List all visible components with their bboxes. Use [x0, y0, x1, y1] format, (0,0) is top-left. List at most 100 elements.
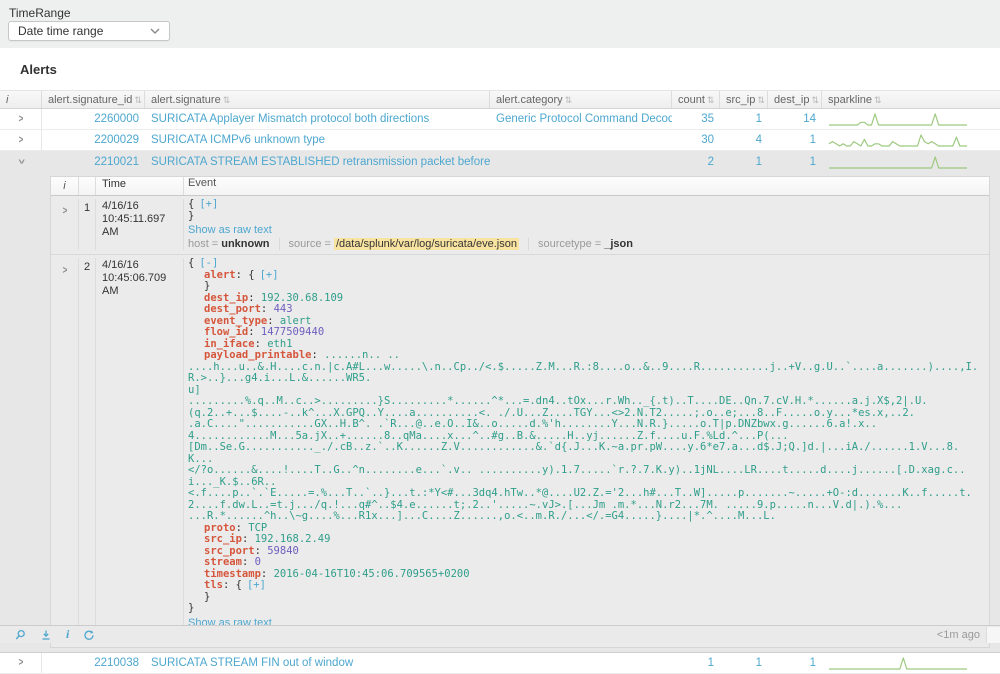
count-cell[interactable]: 2 [672, 156, 720, 168]
count-cell[interactable]: 1 [672, 657, 720, 669]
payload-printable-text: ....h...u..&.H....c.n.|c.A#L...w.....\.n… [188, 362, 983, 523]
count-cell[interactable]: 30 [672, 134, 720, 146]
src-ip-cell[interactable]: 1 [720, 156, 768, 168]
src-ip-cell[interactable]: 4 [720, 134, 768, 146]
sort-icon: ⇅ [134, 95, 142, 105]
collapse-row-icon[interactable]: > [14, 159, 26, 164]
dest-ip-cell[interactable]: 14 [768, 113, 822, 125]
signature-id-cell[interactable]: 2260000 [42, 113, 145, 125]
sort-icon: ⇅ [223, 95, 231, 105]
scroll-corner [986, 627, 1000, 643]
json-key: in_iface [204, 338, 267, 350]
event-time: 4/16/16 10:45:06.709 AM [96, 258, 184, 643]
refresh-time-ago: <1m ago [937, 629, 986, 641]
refresh-icon[interactable] [83, 629, 95, 641]
category-cell[interactable]: Generic Protocol Command Decode [490, 113, 672, 125]
json-key: src_port [204, 545, 267, 557]
sort-icon: ⇅ [565, 95, 573, 105]
signature-cell[interactable]: SURICATA STREAM ESTABLISHED retransmissi… [145, 156, 490, 168]
sort-icon: ⇅ [874, 95, 882, 105]
json-key: dest_port [204, 303, 274, 315]
signature-cell[interactable]: SURICATA ICMPv6 unknown type [145, 134, 490, 146]
dest-ip-cell[interactable]: 1 [768, 156, 822, 168]
column-header-info: i [0, 91, 42, 108]
expand-json-toggle[interactable]: [+] [247, 579, 266, 591]
host-value[interactable]: unknown [221, 238, 269, 250]
sort-icon: ⇅ [707, 95, 715, 105]
show-raw-text-link[interactable]: Show as raw text [188, 224, 983, 236]
sparkline-cell [822, 132, 1000, 148]
json-key: stream [204, 556, 255, 568]
expand-json-toggle[interactable]: [+] [199, 198, 218, 210]
events-table: i Time Event > 1 4/16/16 10:45:11.697 AM… [50, 176, 990, 648]
src-ip-cell[interactable]: 1 [720, 113, 768, 125]
json-key: tls [204, 579, 236, 591]
sourcetype-value[interactable]: _json [604, 238, 633, 250]
column-header-sparkline[interactable]: sparkline⇅ [822, 91, 1000, 108]
search-icon[interactable] [14, 629, 26, 641]
signature-cell[interactable]: SURICATA Applayer Mismatch protocol both… [145, 113, 490, 125]
json-value: 192.30.68.109 [261, 292, 343, 304]
column-header-dest-ip[interactable]: dest_ip⇅ [768, 91, 822, 108]
source-label: source [289, 238, 322, 250]
dest-ip-cell[interactable]: 1 [768, 134, 822, 146]
event-json: {[+] } [188, 199, 983, 222]
json-value: TCP [248, 522, 267, 534]
column-header-src-ip[interactable]: src_ip⇅ [720, 91, 768, 108]
collapse-json-toggle[interactable]: [-] [199, 257, 218, 269]
signature-id-cell[interactable]: 2210038 [42, 657, 145, 669]
chevron-down-icon [150, 28, 160, 34]
alerts-panel: Alerts i alert.signature_id⇅ alert.signa… [0, 48, 1000, 625]
sort-icon: ⇅ [811, 95, 819, 105]
column-header-signature-id[interactable]: alert.signature_id⇅ [42, 91, 145, 108]
event-row: > 2 4/16/16 10:45:06.709 AM {[-] alert{[… [51, 255, 989, 647]
alert-row: > 2210038 SURICATA STREAM FIN out of win… [0, 653, 1000, 674]
sparkline-cell [822, 655, 1000, 671]
column-header-count[interactable]: count⇅ [672, 91, 720, 108]
info-column-label: i [6, 94, 8, 106]
source-value[interactable]: /data/splunk/var/log/suricata/eve.json [334, 238, 519, 250]
expand-row-icon[interactable]: > [18, 134, 23, 146]
sort-icon: ⇅ [757, 95, 765, 105]
event-meta: host=unknown source=/data/splunk/var/log… [188, 238, 983, 250]
events-info-column: i [51, 177, 79, 195]
event-body: {[-] alert{[+] } dest_ip192.30.68.109 de… [184, 258, 989, 643]
expand-event-icon[interactable]: > [62, 205, 67, 217]
json-key: event_type [204, 315, 280, 327]
alerts-table-header: i alert.signature_id⇅ alert.signature⇅ a… [0, 90, 1000, 109]
expand-json-toggle[interactable]: [+] [260, 269, 279, 281]
inspect-icon[interactable]: i [66, 627, 69, 642]
expand-row-icon[interactable]: > [18, 113, 23, 125]
json-key: payload_printable [204, 349, 324, 361]
signature-id-cell[interactable]: 2200029 [42, 134, 145, 146]
json-value: 443 [274, 303, 293, 315]
signature-cell[interactable]: SURICATA STREAM FIN out of window [145, 657, 490, 669]
expand-event-icon[interactable]: > [62, 264, 67, 276]
timerange-dropdown[interactable]: Date time range [8, 21, 170, 41]
sparkline-chart [828, 655, 968, 671]
timerange-label: TimeRange [0, 0, 1000, 20]
column-header-category[interactable]: alert.category⇅ [490, 91, 672, 108]
sparkline-chart [828, 132, 968, 148]
json-value: 59840 [267, 545, 299, 557]
panel-title: Alerts [0, 48, 1000, 90]
timerange-dropdown-value: Date time range [18, 24, 103, 38]
json-value: 0 [255, 556, 261, 568]
src-ip-cell[interactable]: 1 [720, 657, 768, 669]
event-number: 1 [79, 199, 96, 250]
sourcetype-label: sourcetype [538, 238, 592, 250]
export-icon[interactable] [40, 629, 52, 641]
expand-row-icon[interactable]: > [18, 656, 23, 668]
event-body: {[+] } Show as raw text host=unknown sou… [184, 199, 989, 250]
events-event-column: Event [184, 177, 989, 195]
alert-row-expanded: > 2210021 SURICATA STREAM ESTABLISHED re… [0, 151, 1000, 172]
signature-id-cell[interactable]: 2210021 [42, 156, 145, 168]
alert-row: > 2200029 SURICATA ICMPv6 unknown type 3… [0, 130, 1000, 151]
count-cell[interactable]: 35 [672, 113, 720, 125]
events-num-column [79, 177, 96, 195]
sparkline-cell [822, 154, 1000, 170]
column-header-signature[interactable]: alert.signature⇅ [145, 91, 490, 108]
event-time: 4/16/16 10:45:11.697 AM [96, 199, 184, 250]
dest-ip-cell[interactable]: 1 [768, 657, 822, 669]
json-key: src_ip [204, 533, 255, 545]
